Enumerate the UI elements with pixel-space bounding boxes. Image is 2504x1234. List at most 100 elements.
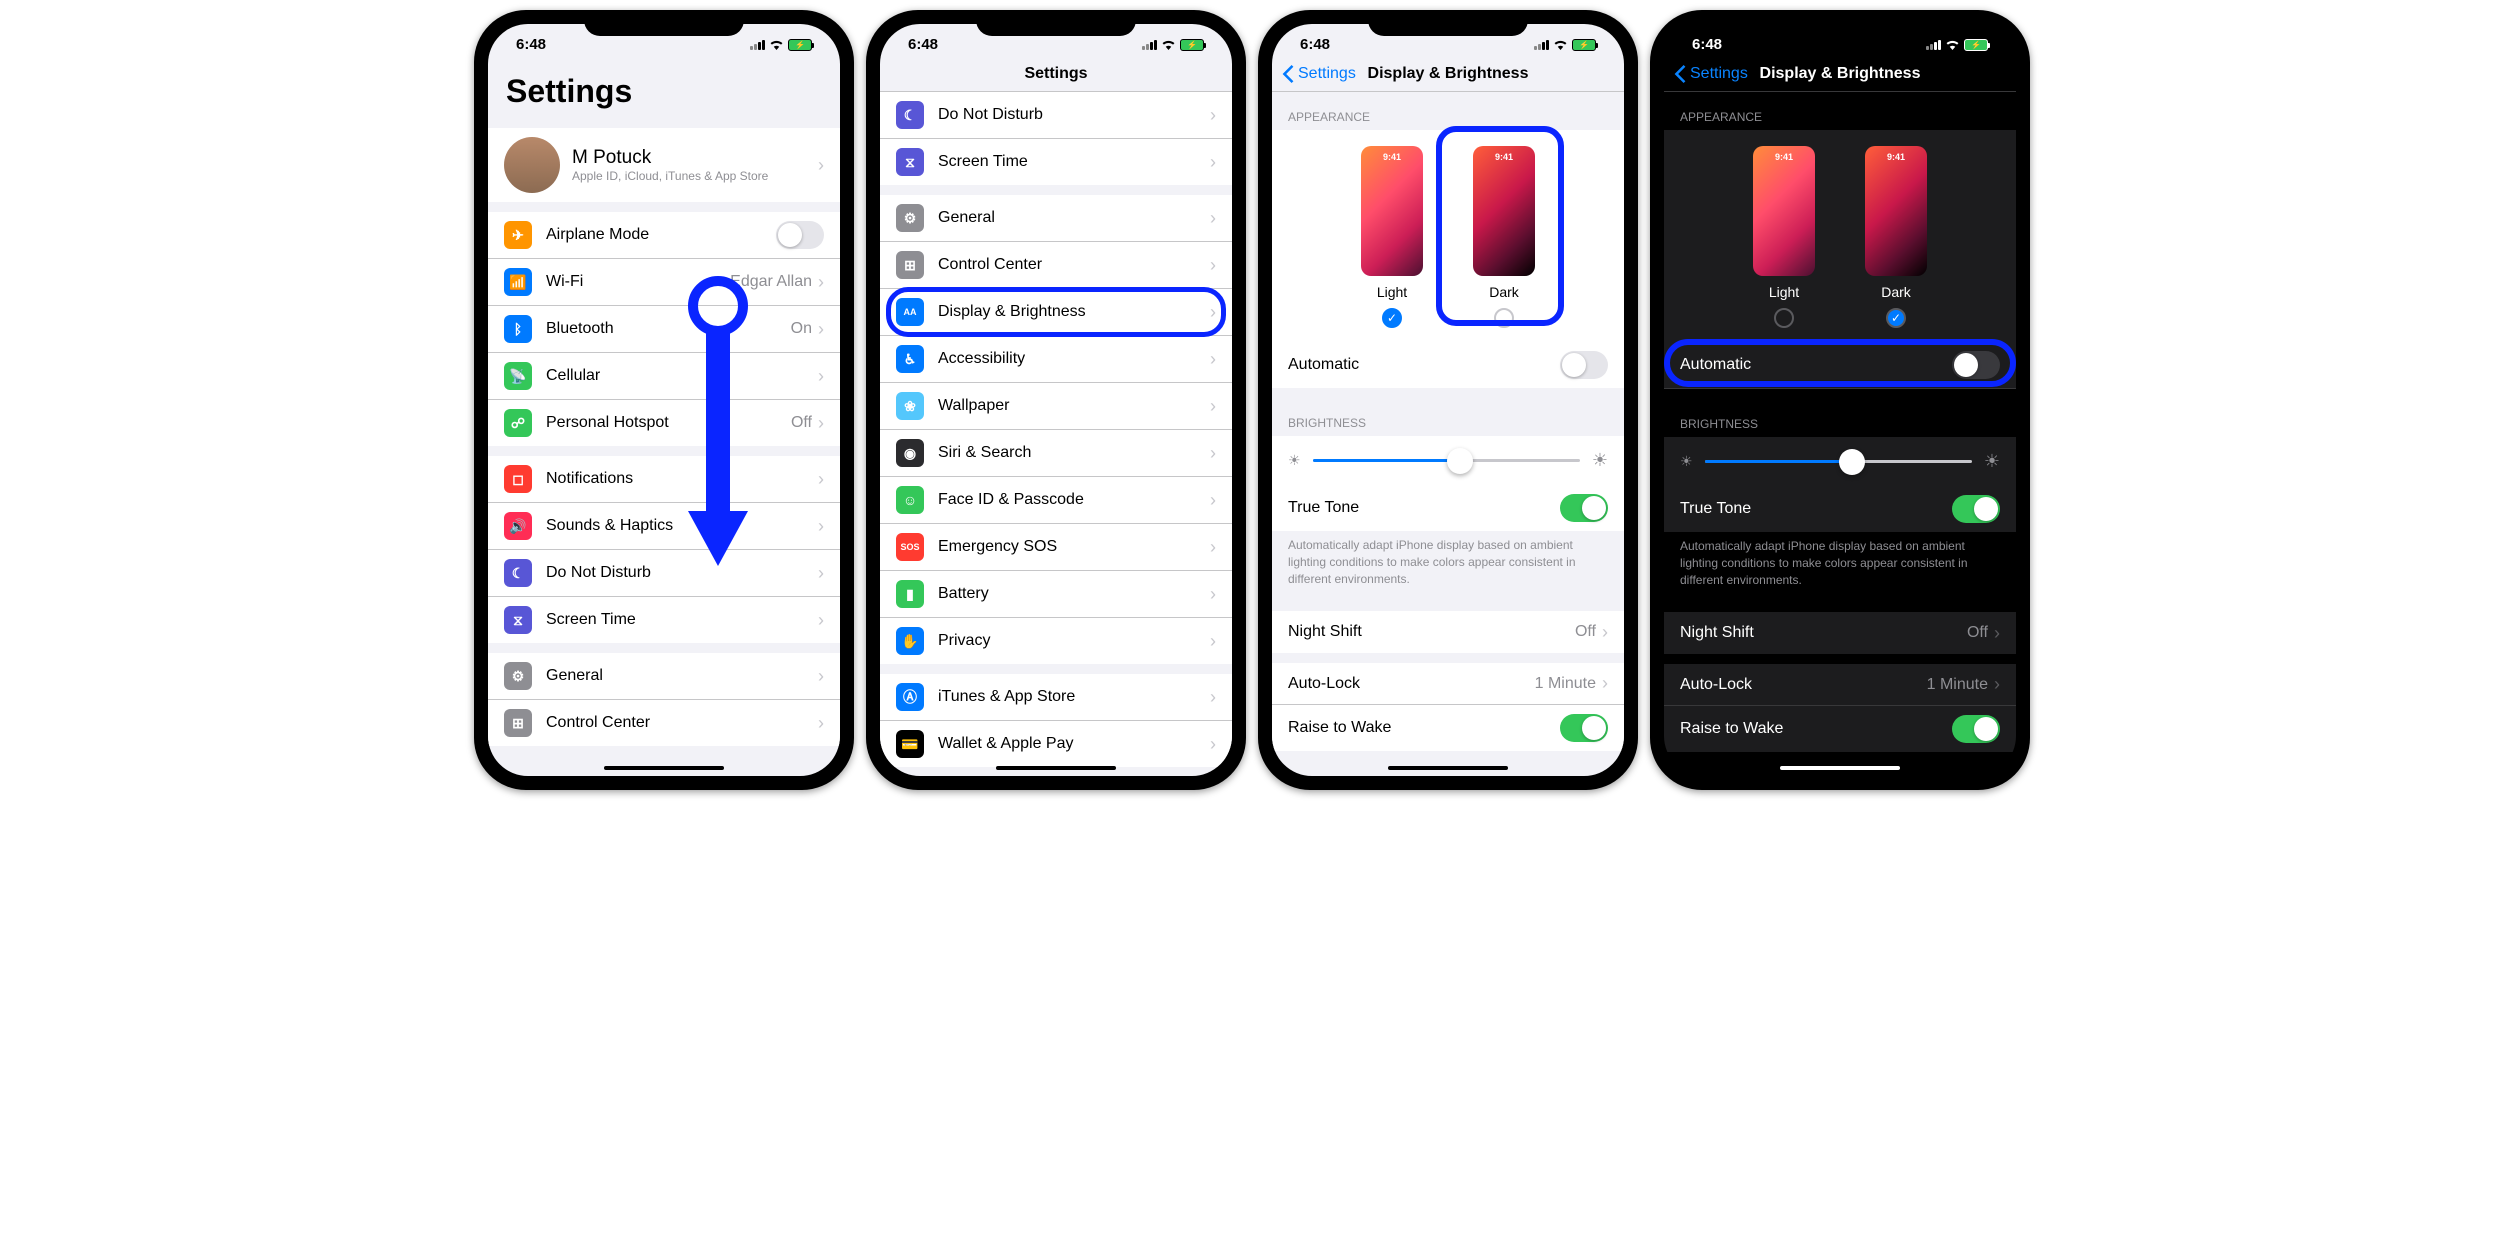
cell-label: Battery [938, 585, 1210, 603]
faceid-icon: ☺︎ [896, 486, 924, 514]
light-radio[interactable] [1774, 308, 1794, 328]
light-thumb-icon [1361, 146, 1423, 276]
cell-label: Wallpaper [938, 397, 1210, 415]
autolock-cell[interactable]: Auto-Lock 1 Minute › [1664, 664, 2016, 706]
brightness-slider-row: ☀︎ ☀︎ [1664, 437, 2016, 486]
cell-hotspot[interactable]: ☍Personal HotspotOff› [488, 400, 840, 446]
cell-dnd[interactable]: ☾Do Not Disturb› [880, 92, 1232, 139]
automatic-group: Automatic [1272, 342, 1624, 388]
chevron-icon: › [1994, 674, 2000, 695]
cell-general[interactable]: ⚙︎General› [488, 653, 840, 700]
status-right: ⚡ [750, 39, 812, 51]
chevron-icon: › [1210, 349, 1216, 370]
chevron-icon: › [818, 272, 824, 293]
brightness-slider[interactable] [1313, 459, 1580, 462]
truetone-toggle[interactable] [1560, 494, 1608, 522]
scroll-content[interactable]: Appearance Light Dark Automatic [1272, 92, 1624, 768]
appearance-light[interactable]: Light [1753, 146, 1815, 328]
raisewake-cell[interactable]: Raise to Wake [1664, 706, 2016, 752]
sun-large-icon: ☀︎ [1984, 451, 2000, 472]
light-label: Light [1377, 284, 1407, 300]
nightshift-cell[interactable]: Night Shift Off › [1664, 612, 2016, 654]
raisewake-toggle[interactable] [1952, 715, 2000, 743]
status-time: 6:48 [1692, 36, 1722, 53]
notch [976, 10, 1136, 36]
battery-icon: ⚡ [1180, 39, 1204, 51]
truetone-cell[interactable]: True Tone [1664, 486, 2016, 532]
truetone-note: Automatically adapt iPhone display based… [1272, 531, 1624, 601]
cell-privacy[interactable]: ✋Privacy› [880, 618, 1232, 664]
truetone-note: Automatically adapt iPhone display based… [1664, 532, 2016, 602]
bluetooth-icon: ᛒ [504, 315, 532, 343]
toggle[interactable] [776, 221, 824, 249]
cell-wallet[interactable]: 💳Wallet & Apple Pay› [880, 721, 1232, 767]
chevron-icon: › [1210, 631, 1216, 652]
cell-wallpaper[interactable]: ❀Wallpaper› [880, 383, 1232, 430]
automatic-label: Automatic [1288, 356, 1560, 374]
cell-sounds[interactable]: 🔊Sounds & Haptics› [488, 503, 840, 550]
automatic-cell[interactable]: Automatic [1664, 342, 2016, 389]
display-icon: AA [896, 298, 924, 326]
scroll-content[interactable]: Settings M Potuck Apple ID, iCloud, iTun… [488, 55, 840, 767]
network-group: ✈︎Airplane Mode📶Wi-FiEdgar Allan›ᛒBlueto… [488, 212, 840, 446]
truetone-toggle[interactable] [1952, 495, 2000, 523]
cell-label: Control Center [938, 256, 1210, 274]
chevron-icon: › [818, 469, 824, 490]
cell-sos[interactable]: SOSEmergency SOS› [880, 524, 1232, 571]
cell-dnd[interactable]: ☾Do Not Disturb› [488, 550, 840, 597]
appearance-dark[interactable]: Dark [1473, 146, 1535, 328]
cell-bluetooth[interactable]: ᛒBluetoothOn› [488, 306, 840, 353]
apple-id-cell[interactable]: M Potuck Apple ID, iCloud, iTunes & App … [488, 128, 840, 202]
cell-siri[interactable]: ◉Siri & Search› [880, 430, 1232, 477]
cellular-bars-icon [1534, 39, 1549, 50]
automatic-toggle[interactable] [1560, 351, 1608, 379]
cell-controlcenter[interactable]: ⊞Control Center› [880, 242, 1232, 289]
light-radio[interactable] [1382, 308, 1402, 328]
autolock-cell[interactable]: Auto-Lock 1 Minute › [1272, 663, 1624, 705]
appearance-dark[interactable]: Dark [1865, 146, 1927, 328]
cell-label: Emergency SOS [938, 538, 1210, 556]
back-button[interactable]: Settings [1282, 65, 1356, 83]
truetone-cell[interactable]: True Tone [1272, 485, 1624, 531]
cell-accessibility[interactable]: ♿︎Accessibility› [880, 336, 1232, 383]
brightness-slider[interactable] [1705, 460, 1972, 463]
automatic-cell[interactable]: Automatic [1272, 342, 1624, 388]
appearance-picker: Light Dark [1664, 130, 2016, 342]
sounds-icon: 🔊 [504, 512, 532, 540]
scroll-content[interactable]: Appearance Light Dark Automatic [1664, 92, 2016, 768]
cell-wifi[interactable]: 📶Wi-FiEdgar Allan› [488, 259, 840, 306]
cell-display[interactable]: AADisplay & Brightness› [880, 289, 1232, 336]
raisewake-cell[interactable]: Raise to Wake [1272, 705, 1624, 751]
dark-radio[interactable] [1494, 308, 1514, 328]
cell-controlcenter[interactable]: ⊞Control Center› [488, 700, 840, 746]
cell-battery[interactable]: ▮Battery› [880, 571, 1232, 618]
dark-radio[interactable] [1886, 308, 1906, 328]
cell-faceid[interactable]: ☺︎Face ID & Passcode› [880, 477, 1232, 524]
light-thumb-icon [1753, 146, 1815, 276]
nightshift-cell[interactable]: Night Shift Off › [1272, 611, 1624, 653]
appearance-light[interactable]: Light [1361, 146, 1423, 328]
battery-icon: ⚡ [1964, 39, 1988, 51]
chevron-icon: › [1602, 673, 1608, 694]
cell-cellular[interactable]: 📡Cellular› [488, 353, 840, 400]
cell-screentime[interactable]: ⧖Screen Time› [488, 597, 840, 643]
back-button[interactable]: Settings [1674, 65, 1748, 83]
cell-notifications[interactable]: ◻︎Notifications› [488, 456, 840, 503]
automatic-toggle[interactable] [1952, 351, 2000, 379]
controlcenter-icon: ⊞ [896, 251, 924, 279]
brightness-slider-row: ☀︎ ☀︎ [1272, 436, 1624, 485]
notifications-group: ◻︎Notifications›🔊Sounds & Haptics›☾Do No… [488, 456, 840, 643]
cell-airplane[interactable]: ✈︎Airplane Mode [488, 212, 840, 259]
status-right: ⚡ [1534, 39, 1596, 51]
raisewake-toggle[interactable] [1560, 714, 1608, 742]
wifi-icon [1945, 39, 1960, 50]
chevron-icon: › [818, 666, 824, 687]
screen-3: 6:48 ⚡ Settings Display & Brightness App… [1272, 24, 1624, 776]
cell-screentime[interactable]: ⧖Screen Time› [880, 139, 1232, 185]
cell-appstore[interactable]: ⒶiTunes & App Store› [880, 674, 1232, 721]
scroll-content[interactable]: ☾Do Not Disturb›⧖Screen Time› ⚙︎General›… [880, 92, 1232, 768]
brightness-header: Brightness [1664, 399, 2016, 437]
sun-large-icon: ☀︎ [1592, 450, 1608, 471]
cell-label: Personal Hotspot [546, 414, 791, 432]
cell-general[interactable]: ⚙︎General› [880, 195, 1232, 242]
